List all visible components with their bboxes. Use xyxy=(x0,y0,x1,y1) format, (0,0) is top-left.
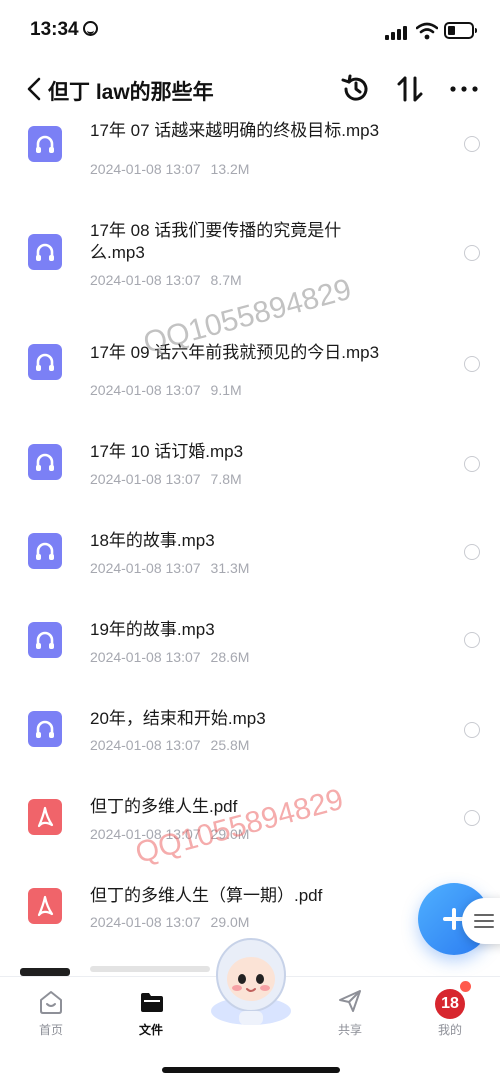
select-checkbox[interactable] xyxy=(464,245,480,261)
battery-icon xyxy=(444,22,477,39)
file-name: 但丁的多维人生.pdf xyxy=(90,797,238,816)
audio-file-icon xyxy=(28,711,62,747)
audio-file-icon xyxy=(28,126,62,162)
tab-home-label: 首页 xyxy=(38,1023,63,1037)
page-title: 但丁 law的那些年 xyxy=(48,81,214,104)
select-checkbox[interactable] xyxy=(464,356,480,372)
select-checkbox[interactable] xyxy=(464,810,480,826)
tab-files-label: 文件 xyxy=(138,1023,163,1037)
file-size: 31.3M xyxy=(210,560,250,576)
history-icon[interactable] xyxy=(339,72,373,106)
file-size: 13.2M xyxy=(210,161,250,177)
home-icon xyxy=(40,991,62,1014)
file-size: 29.0M xyxy=(210,826,250,842)
tab-home[interactable]: 首页 xyxy=(11,977,91,1047)
wifi-icon xyxy=(416,22,438,40)
file-meta: 2024-01-08 13:07 31.3M xyxy=(90,560,249,576)
menu-handle[interactable] xyxy=(462,898,500,944)
file-name: 但丁的多维人生（算一期）.pdf xyxy=(90,886,323,905)
audio-file-icon xyxy=(28,344,62,380)
file-date: 2024-01-08 13:07 xyxy=(90,649,201,665)
status-time: 13:34 xyxy=(30,19,98,41)
file-size: 9.1M xyxy=(210,382,242,398)
status-bar: 13:34 xyxy=(0,0,500,62)
folder-icon xyxy=(141,993,163,1012)
file-name: 19年的故事.mp3 xyxy=(90,620,215,639)
avatar[interactable]: 18 xyxy=(435,989,465,1019)
file-name: 18年的故事.mp3 xyxy=(90,531,215,550)
tab-mine-label: 我的 xyxy=(437,1023,462,1037)
tab-files[interactable]: 文件 xyxy=(111,977,191,1047)
header: 但丁 law的那些年 xyxy=(0,62,500,116)
audio-file-icon xyxy=(28,234,62,270)
file-thumbnail xyxy=(20,968,70,976)
file-date: 2024-01-08 13:07 xyxy=(90,826,201,842)
file-size: 8.7M xyxy=(210,272,242,288)
mascot-icon[interactable] xyxy=(203,931,299,1031)
file-date: 2024-01-08 13:07 xyxy=(90,272,201,288)
select-checkbox[interactable] xyxy=(464,632,480,648)
file-name: 17年 09 话六年前我就预见的今日.mp3 xyxy=(90,343,380,362)
file-meta: 2024-01-08 13:07 25.8M xyxy=(90,737,249,753)
partial-file-row xyxy=(90,966,210,972)
file-meta: 2024-01-08 13:07 28.6M xyxy=(90,649,249,665)
audio-file-icon xyxy=(28,622,62,658)
file-name: 17年 07 话越来越明确的终极目标.mp3 xyxy=(90,121,380,140)
pdf-file-icon xyxy=(28,799,62,835)
file-meta: 2024-01-08 13:07 29.0M xyxy=(90,826,249,842)
file-name: 17年 08 话我们要传播的究竟是什么.mp3 xyxy=(90,221,342,262)
file-meta: 2024-01-08 13:07 7.8M xyxy=(90,471,242,487)
file-name: 17年 10 话订婚.mp3 xyxy=(90,442,244,461)
tab-share[interactable]: 共享 xyxy=(310,977,390,1047)
file-date: 2024-01-08 13:07 xyxy=(90,737,201,753)
file-date: 2024-01-08 13:07 xyxy=(90,161,201,177)
file-date: 2024-01-08 13:07 xyxy=(90,914,201,930)
notification-dot xyxy=(460,981,471,992)
sort-icon[interactable] xyxy=(393,72,427,106)
tab-share-label: 共享 xyxy=(337,1023,362,1037)
file-date: 2024-01-08 13:07 xyxy=(90,382,201,398)
file-meta: 2024-01-08 13:07 29.0M xyxy=(90,914,249,930)
file-date: 2024-01-08 13:07 xyxy=(90,471,201,487)
file-date: 2024-01-08 13:07 xyxy=(90,560,201,576)
send-icon xyxy=(339,990,361,1012)
file-meta: 2024-01-08 13:07 8.7M xyxy=(90,272,242,288)
more-icon[interactable] xyxy=(447,72,481,106)
audio-file-icon xyxy=(28,533,62,569)
audio-file-icon xyxy=(28,444,62,480)
file-meta: 2024-01-08 13:07 13.2M xyxy=(90,161,249,177)
select-checkbox[interactable] xyxy=(464,456,480,472)
back-button[interactable] xyxy=(24,74,46,104)
select-checkbox[interactable] xyxy=(464,136,480,152)
file-size: 25.8M xyxy=(210,737,250,753)
file-size: 29.0M xyxy=(210,914,250,930)
status-time-text: 13:34 xyxy=(30,19,79,40)
file-meta: 2024-01-08 13:07 9.1M xyxy=(90,382,242,398)
file-name: 20年，结束和开始.mp3 xyxy=(90,709,266,728)
home-indicator xyxy=(162,1067,340,1073)
pdf-file-icon xyxy=(28,888,62,924)
select-checkbox[interactable] xyxy=(464,722,480,738)
smiley-icon xyxy=(82,21,98,36)
select-checkbox[interactable] xyxy=(464,544,480,560)
file-size: 7.8M xyxy=(210,471,242,487)
file-size: 28.6M xyxy=(210,649,250,665)
cellular-signal-icon xyxy=(385,24,411,40)
